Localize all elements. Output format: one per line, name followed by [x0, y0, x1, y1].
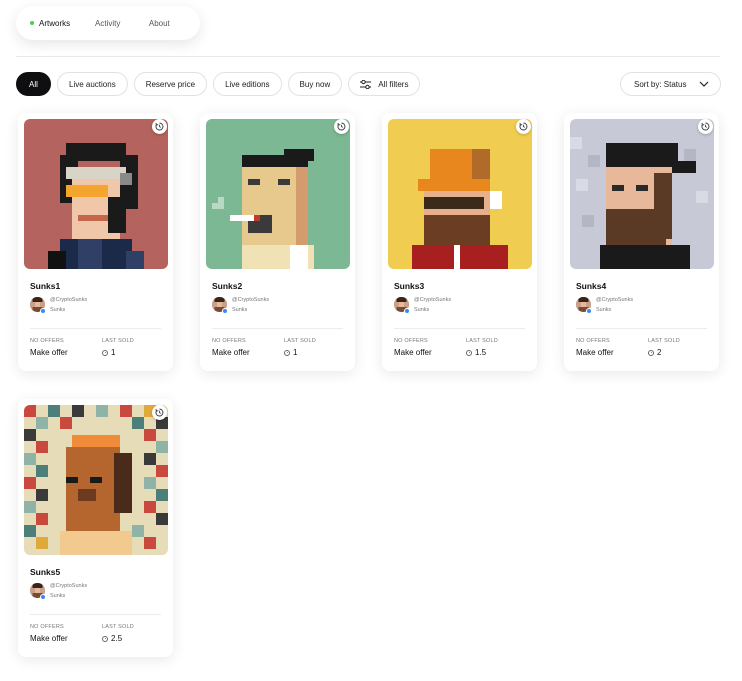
card-divider — [576, 328, 707, 329]
last-sold-value: 2 — [648, 348, 661, 357]
card-divider — [30, 328, 161, 329]
history-icon[interactable] — [152, 405, 167, 420]
tab-about-label: About — [148, 18, 170, 28]
pixel-portrait-sunks5 — [24, 405, 168, 555]
card-divider — [30, 614, 161, 615]
eth-icon — [102, 349, 108, 356]
sort-dropdown[interactable]: Sort by: Status — [620, 72, 721, 96]
history-icon[interactable] — [334, 119, 349, 134]
verified-badge-icon — [404, 308, 410, 314]
last-sold-amount: 2 — [657, 348, 662, 357]
last-sold-amount: 1 — [293, 348, 298, 357]
artwork-card[interactable]: Sunks5 @CryptoSunks Sunks NO OFFERS LAST… — [18, 399, 173, 657]
artwork-image[interactable] — [24, 405, 168, 555]
pixel-portrait-sunks3 — [388, 119, 532, 269]
artwork-card[interactable]: Sunks2 @CryptoSunks Sunks NO OFFERS LAST… — [200, 113, 355, 371]
all-filters-label: All filters — [378, 79, 409, 89]
all-filters-button[interactable]: All filters — [348, 72, 421, 96]
artwork-card[interactable]: Sunks4 @CryptoSunks Sunks NO OFFERS LAST… — [564, 113, 719, 371]
tab-artworks-label: Artworks — [39, 18, 71, 28]
sort-label: Sort by: Status — [634, 79, 687, 89]
artwork-title[interactable]: Sunks4 — [576, 281, 606, 291]
eth-icon — [648, 349, 654, 356]
pixel-portrait-sunks1 — [24, 119, 168, 269]
last-sold-value: 1 — [284, 348, 297, 357]
profile-tabs: Artworks Activity About — [16, 6, 200, 40]
offers-label: NO OFFERS — [30, 338, 64, 344]
artwork-image[interactable] — [570, 119, 714, 269]
creator-handle[interactable]: @CryptoSunks — [414, 297, 451, 303]
filter-all-button[interactable]: All — [16, 72, 51, 96]
last-sold-label: LAST SOLD — [466, 338, 498, 344]
creator-handle[interactable]: @CryptoSunks — [50, 583, 87, 589]
owner-name[interactable]: Sunks — [232, 307, 247, 313]
owner-name[interactable]: Sunks — [50, 593, 65, 599]
artwork-image[interactable] — [24, 119, 168, 269]
last-sold-amount: 1 — [111, 348, 116, 357]
offers-label: NO OFFERS — [394, 338, 428, 344]
eth-icon — [102, 635, 108, 642]
artwork-card[interactable]: Sunks3 @CryptoSunks Sunks NO OFFERS LAST… — [382, 113, 537, 371]
last-sold-value: 1 — [102, 348, 115, 357]
artwork-card[interactable]: Sunks1 @CryptoSunks Sunks NO OFFERS LAST… — [18, 113, 173, 371]
chevron-down-icon — [699, 80, 709, 90]
filter-live-auctions-button[interactable]: Live auctions — [57, 72, 128, 96]
offers-label: NO OFFERS — [576, 338, 610, 344]
make-offer-link[interactable]: Make offer — [30, 348, 68, 357]
card-divider — [394, 328, 525, 329]
last-sold-amount: 2.5 — [111, 634, 123, 643]
pixel-portrait-sunks2 — [206, 119, 350, 269]
filter-bar: All Live auctions Reserve price Live edi… — [16, 72, 421, 96]
pixel-portrait-sunks4 — [570, 119, 714, 269]
artwork-image[interactable] — [206, 119, 350, 269]
tab-about[interactable]: About — [149, 6, 186, 40]
creator-handle[interactable]: @CryptoSunks — [596, 297, 633, 303]
verified-badge-icon — [222, 308, 228, 314]
owner-name[interactable]: Sunks — [596, 307, 611, 313]
last-sold-label: LAST SOLD — [648, 338, 680, 344]
creator-handle[interactable]: @CryptoSunks — [232, 297, 269, 303]
tab-artworks[interactable]: Artworks — [30, 6, 95, 40]
owner-name[interactable]: Sunks — [414, 307, 429, 313]
filter-buy-now-button[interactable]: Buy now — [287, 72, 343, 96]
last-sold-value: 2.5 — [102, 634, 122, 643]
verified-badge-icon — [40, 308, 46, 314]
history-icon[interactable] — [152, 119, 167, 134]
artwork-title[interactable]: Sunks5 — [30, 567, 60, 577]
make-offer-link[interactable]: Make offer — [212, 348, 250, 357]
eth-icon — [466, 349, 472, 356]
verified-badge-icon — [40, 594, 46, 600]
last-sold-value: 1.5 — [466, 348, 486, 357]
eth-icon — [284, 349, 290, 356]
section-divider — [16, 56, 720, 57]
tab-activity-label: Activity — [95, 18, 121, 28]
history-icon[interactable] — [698, 119, 713, 134]
artwork-title[interactable]: Sunks1 — [30, 281, 60, 291]
artwork-title[interactable]: Sunks3 — [394, 281, 424, 291]
card-divider — [212, 328, 343, 329]
last-sold-label: LAST SOLD — [102, 624, 134, 630]
last-sold-label: LAST SOLD — [284, 338, 316, 344]
tab-activity[interactable]: Activity — [95, 6, 149, 40]
filter-reserve-price-button[interactable]: Reserve price — [133, 72, 208, 96]
active-dot — [30, 21, 34, 25]
verified-badge-icon — [586, 308, 592, 314]
offers-label: NO OFFERS — [30, 624, 64, 630]
last-sold-label: LAST SOLD — [102, 338, 134, 344]
owner-name[interactable]: Sunks — [50, 307, 65, 313]
sliders-icon — [360, 79, 372, 89]
make-offer-link[interactable]: Make offer — [576, 348, 614, 357]
artwork-title[interactable]: Sunks2 — [212, 281, 242, 291]
make-offer-link[interactable]: Make offer — [394, 348, 432, 357]
make-offer-link[interactable]: Make offer — [30, 634, 68, 643]
artwork-image[interactable] — [388, 119, 532, 269]
creator-handle[interactable]: @CryptoSunks — [50, 297, 87, 303]
history-icon[interactable] — [516, 119, 531, 134]
filter-live-editions-button[interactable]: Live editions — [213, 72, 282, 96]
offers-label: NO OFFERS — [212, 338, 246, 344]
last-sold-amount: 1.5 — [475, 348, 487, 357]
